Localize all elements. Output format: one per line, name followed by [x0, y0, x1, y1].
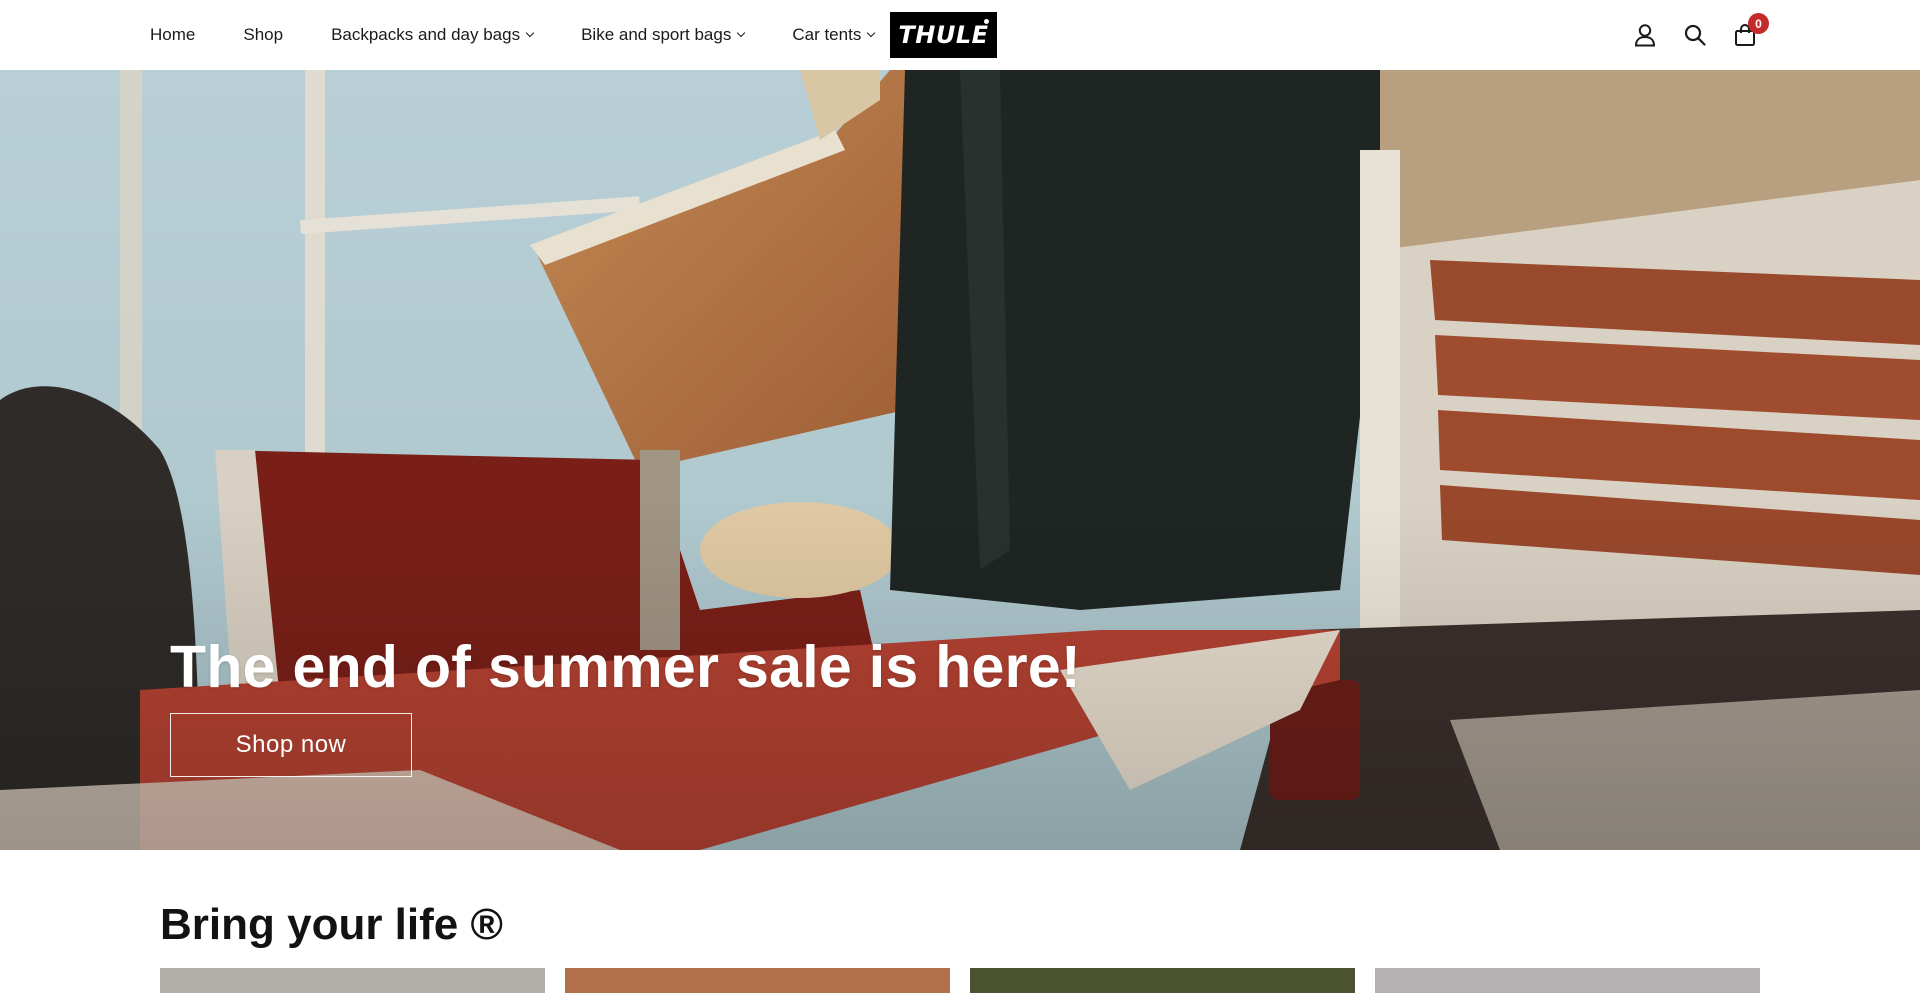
shop-now-button[interactable]: Shop now — [170, 713, 412, 777]
nav-shop[interactable]: Shop — [243, 25, 283, 45]
registered-mark-icon — [984, 19, 989, 24]
nav-car-tents[interactable]: Car tents — [792, 25, 876, 45]
account-icon — [1634, 24, 1656, 47]
section-title: Bring your life ® — [160, 900, 503, 949]
logo-wordmark: THULE — [898, 21, 989, 49]
chevron-down-icon — [525, 28, 535, 38]
cart-count-badge: 0 — [1748, 13, 1769, 34]
chevron-down-icon — [867, 28, 876, 38]
category-card-1[interactable] — [160, 968, 545, 993]
nav-backpacks-label: Backpacks and day bags — [331, 25, 521, 44]
search-button[interactable] — [1680, 18, 1710, 52]
category-card-4[interactable] — [1375, 968, 1760, 993]
nav-bike-sport-label: Bike and sport bags — [581, 25, 732, 44]
category-card-2[interactable] — [565, 968, 950, 993]
nav-backpacks[interactable]: Backpacks and day bags — [331, 25, 535, 45]
cart-button[interactable]: 0 — [1730, 13, 1769, 52]
category-cards — [160, 968, 1760, 993]
thule-logo[interactable]: THULE — [890, 12, 997, 58]
search-icon — [1684, 24, 1706, 46]
nav-bike-sport[interactable]: Bike and sport bags — [581, 25, 746, 45]
hero-title: The end of summer sale is here! — [170, 634, 1081, 700]
nav-car-tents-label: Car tents — [792, 25, 862, 44]
nav-home-label: Home — [150, 25, 196, 44]
nav-shop-label: Shop — [243, 25, 284, 44]
header-icons: 0 — [1630, 13, 1769, 52]
main-nav: Home Shop Backpacks and day bags Bike an… — [150, 0, 876, 70]
chevron-down-icon — [737, 28, 746, 38]
nav-home[interactable]: Home — [150, 25, 195, 45]
account-button[interactable] — [1630, 18, 1660, 52]
category-card-3[interactable] — [970, 968, 1355, 993]
site-header: Home Shop Backpacks and day bags Bike an… — [0, 0, 1920, 70]
hero-banner: The end of summer sale is here! Shop now — [0, 70, 1920, 850]
